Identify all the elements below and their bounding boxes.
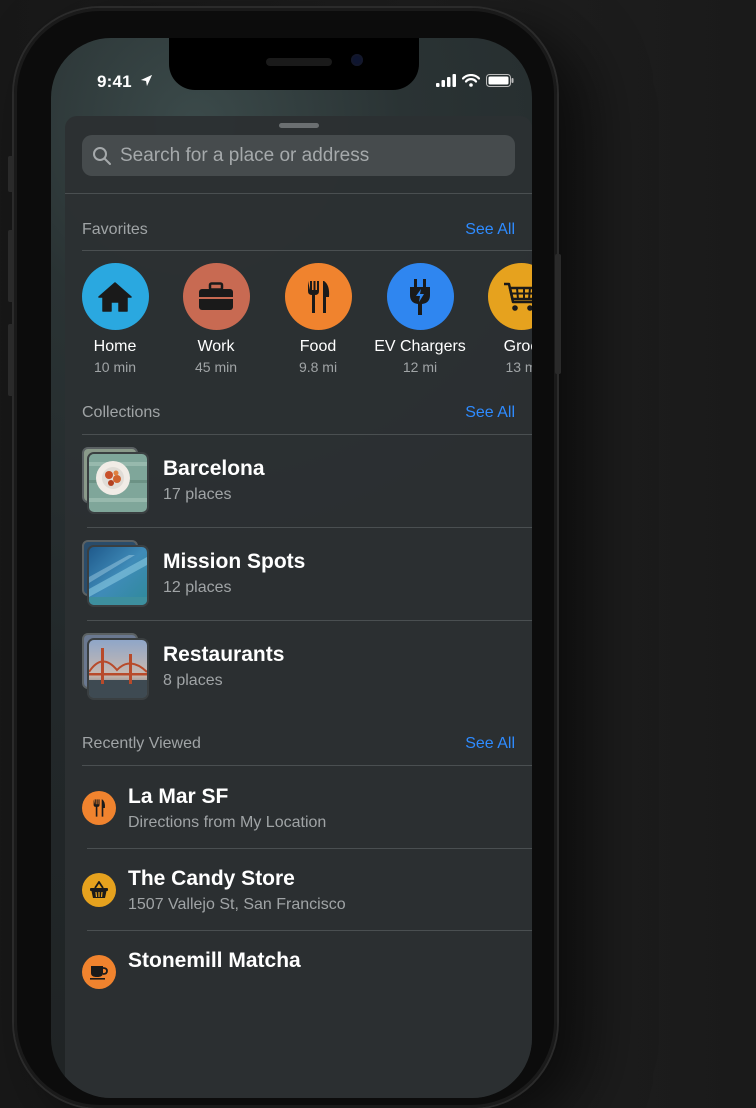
recent-icon-circle [82,873,116,907]
recent-title: La Mar SF [128,785,229,808]
collection-barcelona[interactable]: Barcelona 17 places [82,436,532,528]
favorite-label: EV Chargers [374,338,466,355]
notch [169,38,419,90]
barcelona-photo [87,452,149,514]
collection-count: 12 places [163,579,232,596]
maps-sheet: Favorites See All Home 10 min [65,116,532,1098]
collection-mission-spots[interactable]: Mission Spots 12 places [82,529,532,621]
divider [82,250,532,251]
speaker [266,58,332,66]
favorite-label: Food [299,338,337,355]
favorite-label: Work [197,338,235,355]
favorite-eta: 10 min [93,359,137,375]
favorite-groceries[interactable]: Groc 13 m [471,263,532,375]
recent-icon-circle [82,791,116,825]
recent-title: The Candy Store [128,867,295,890]
recently-viewed-header: Recently Viewed [82,735,201,752]
collections-see-all-link[interactable]: See All [465,404,515,422]
fork-knife-icon [308,280,330,313]
divider [87,527,532,528]
favorite-home[interactable]: Home 10 min [65,263,165,375]
collection-title: Barcelona [163,457,265,480]
recent-item-stonemill-matcha[interactable]: Stonemill Matcha [82,931,532,1013]
collection-restaurants[interactable]: Restaurants 8 places [82,622,532,714]
phone-screen: 9:41 Search for a place or address Favor… [51,38,532,1098]
recent-item-la-mar-sf[interactable]: La Mar SF Directions from My Location [82,767,532,849]
basket-icon [90,881,108,898]
favorites-header: Favorites [82,221,148,238]
favorite-eta: 45 min [194,359,238,375]
favorite-distance: 13 m [505,359,532,375]
recent-title: Stonemill Matcha [128,949,301,972]
camera [351,54,363,66]
volume-down-button [8,324,14,396]
recent-item-the-candy-store[interactable]: The Candy Store 1507 Vallejo St, San Fra… [82,849,532,931]
search-bar[interactable] [82,135,515,176]
sheet-grabber[interactable] [279,123,319,128]
ev-plug-icon [410,278,430,315]
favorite-ev-chargers-circle [386,263,454,330]
status-time: 9:41 [97,72,132,91]
collection-count: 8 places [163,672,223,689]
search-icon [93,146,111,165]
favorite-work[interactable]: Work 45 min [166,263,266,375]
location-arrow-icon [140,74,153,87]
divider [65,193,532,194]
recent-subtitle: 1507 Vallejo St, San Francisco [128,896,346,913]
side-button [8,156,14,192]
collection-title: Mission Spots [163,550,306,573]
favorite-food-circle [284,263,352,330]
coffee-cup-icon [90,966,108,980]
divider [82,434,532,435]
divider [87,620,532,621]
house-icon [98,281,132,312]
favorite-distance: 9.8 mi [298,359,338,375]
favorite-ev-chargers[interactable]: EV Chargers 12 mi [370,263,470,375]
cellular-signal-icon [436,74,456,87]
power-button [555,254,561,374]
collections-header: Collections [82,404,161,421]
favorite-work-circle [182,263,250,330]
favorites-see-all-link[interactable]: See All [465,221,515,239]
phone-frame: 9:41 Search for a place or address Favor… [8,8,561,1108]
fork-knife-icon [93,799,105,817]
favorite-label: Groc [503,338,532,355]
briefcase-icon [199,281,233,310]
search-input[interactable] [118,143,502,168]
divider [82,765,532,766]
status-icons [436,74,514,87]
recent-subtitle: Directions from My Location [128,814,327,831]
favorite-label: Home [93,338,137,355]
favorite-food[interactable]: Food 9.8 mi [268,263,368,375]
favorite-home-circle [81,263,149,330]
wifi-icon [462,74,480,87]
volume-up-button [8,230,14,302]
mission-spots-photo [87,545,149,607]
favorite-groceries-circle [487,263,532,330]
recent-icon-circle [82,955,116,989]
battery-icon [486,74,514,87]
restaurants-photo [87,638,149,700]
favorite-distance: 12 mi [402,359,438,375]
collection-count: 17 places [163,486,232,503]
recently-viewed-see-all-link[interactable]: See All [465,735,515,753]
collection-title: Restaurants [163,643,285,666]
cart-icon [504,282,532,311]
